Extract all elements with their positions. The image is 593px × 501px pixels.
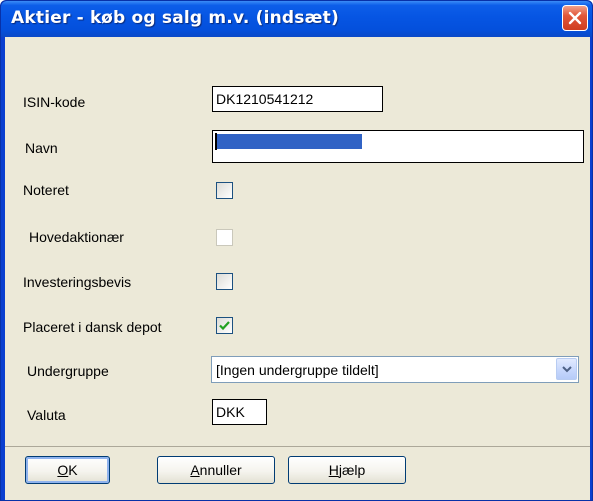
hjaelp-button[interactable]: Hjælp [288,456,406,484]
hovedaktionaer-label: Hovedaktionær [29,229,124,245]
annuller-label-rest: nnuller [199,462,242,478]
navn-input[interactable] [212,130,584,163]
isin-label: ISIN-kode [23,94,86,110]
undergruppe-selected-value: [Ingen undergruppe tildelt] [216,362,379,378]
dialog-client-area: ISIN-kode DK1210541212 Navn Noteret Hove… [5,37,590,500]
navn-label: Navn [25,140,58,156]
annuller-button[interactable]: Annuller [157,456,275,484]
undergruppe-select[interactable]: [Ingen undergruppe tildelt] [211,356,579,383]
close-icon [568,11,582,25]
hjaelp-mnemonic: H [328,462,339,478]
dialog-window: Aktier - køb og salg m.v. (indsæt) ISIN-… [0,0,593,501]
valuta-input[interactable]: DKK [212,399,267,425]
undergruppe-label: Undergruppe [27,363,109,379]
investeringsbevis-label: Investeringsbevis [23,274,132,290]
valuta-label: Valuta [27,407,66,423]
investeringsbevis-checkbox[interactable] [216,273,233,290]
check-icon [219,321,230,331]
chevron-down-icon [562,366,572,373]
placeret-label: Placeret i dansk depot [23,319,162,335]
window-title: Aktier - køb og salg m.v. (indsæt) [11,8,339,28]
annuller-mnemonic: A [190,462,200,478]
hjaelp-label-rest: jælp [338,462,366,478]
hovedaktionaer-checkbox[interactable] [216,229,233,246]
close-button[interactable] [562,5,588,31]
undergruppe-dropdown-button[interactable] [556,358,577,380]
ok-mnemonic: O [57,462,69,478]
ok-button[interactable]: OK [25,456,110,484]
noteret-checkbox[interactable] [216,182,233,199]
placeret-checkbox[interactable] [216,317,233,334]
title-bar[interactable]: Aktier - køb og salg m.v. (indsæt) [1,1,592,37]
selected-text-highlight [217,134,362,149]
noteret-label: Noteret [23,182,69,198]
isin-input[interactable]: DK1210541212 [212,86,383,112]
ok-label-rest: K [68,462,78,478]
button-separator [5,446,590,447]
